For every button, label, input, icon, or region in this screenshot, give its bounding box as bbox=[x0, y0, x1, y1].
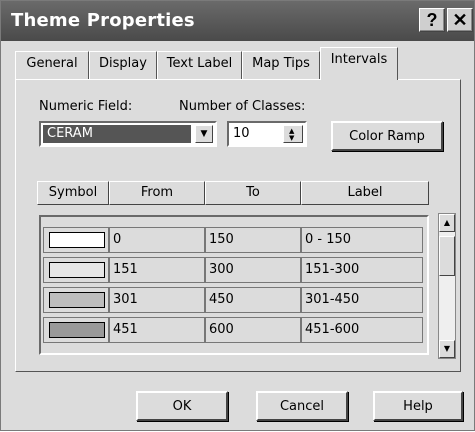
to-cell[interactable]: 300 bbox=[205, 257, 301, 283]
cancel-button[interactable]: Cancel bbox=[256, 391, 348, 421]
color-swatch[interactable] bbox=[49, 262, 105, 278]
color-swatch[interactable] bbox=[49, 322, 105, 338]
column-header-to[interactable]: To bbox=[205, 181, 301, 205]
numeric-field-label: Numeric Field: bbox=[39, 99, 133, 114]
theme-properties-dialog: Theme Properties ? ✕ General Display Tex… bbox=[0, 0, 475, 431]
ok-button[interactable]: OK bbox=[136, 391, 228, 421]
column-header-symbol[interactable]: Symbol bbox=[37, 181, 109, 205]
from-cell[interactable]: 451 bbox=[109, 317, 205, 343]
to-cell[interactable]: 600 bbox=[205, 317, 301, 343]
label-cell[interactable]: 451-600 bbox=[301, 317, 423, 343]
color-ramp-button[interactable]: Color Ramp bbox=[331, 121, 443, 151]
label-cell[interactable]: 151-300 bbox=[301, 257, 423, 283]
number-of-classes-value: 10 bbox=[233, 126, 250, 141]
symbol-cell[interactable] bbox=[43, 287, 109, 313]
scroll-down-icon[interactable]: ▼ bbox=[439, 340, 455, 358]
numeric-field-dropdown[interactable]: CERAM ▼ bbox=[39, 121, 217, 147]
number-of-classes-spinner[interactable]: 10 ▲ ▼ bbox=[227, 121, 307, 147]
scroll-up-icon[interactable]: ▲ bbox=[439, 214, 455, 232]
to-cell[interactable]: 150 bbox=[205, 227, 301, 253]
to-cell[interactable]: 450 bbox=[205, 287, 301, 313]
spin-buttons[interactable]: ▲ ▼ bbox=[283, 125, 303, 143]
chevron-down-icon[interactable]: ▼ bbox=[195, 125, 213, 143]
symbol-cell[interactable] bbox=[43, 257, 109, 283]
color-swatch[interactable] bbox=[49, 232, 105, 248]
column-header-label[interactable]: Label bbox=[301, 181, 429, 205]
vertical-scrollbar[interactable]: ▲ ▼ bbox=[438, 213, 456, 359]
numeric-field-value: CERAM bbox=[43, 125, 191, 143]
scroll-thumb[interactable] bbox=[439, 236, 455, 276]
from-cell[interactable]: 0 bbox=[109, 227, 205, 253]
number-of-classes-label: Number of Classes: bbox=[179, 99, 306, 114]
label-cell[interactable]: 0 - 150 bbox=[301, 227, 423, 253]
column-header-from[interactable]: From bbox=[109, 181, 205, 205]
color-swatch[interactable] bbox=[49, 292, 105, 308]
symbol-cell[interactable] bbox=[43, 317, 109, 343]
spin-down-icon[interactable]: ▼ bbox=[289, 135, 294, 142]
from-cell[interactable]: 301 bbox=[109, 287, 205, 313]
label-cell[interactable]: 301-450 bbox=[301, 287, 423, 313]
from-cell[interactable]: 151 bbox=[109, 257, 205, 283]
symbol-cell[interactable] bbox=[43, 227, 109, 253]
help-button[interactable]: Help bbox=[373, 391, 463, 421]
